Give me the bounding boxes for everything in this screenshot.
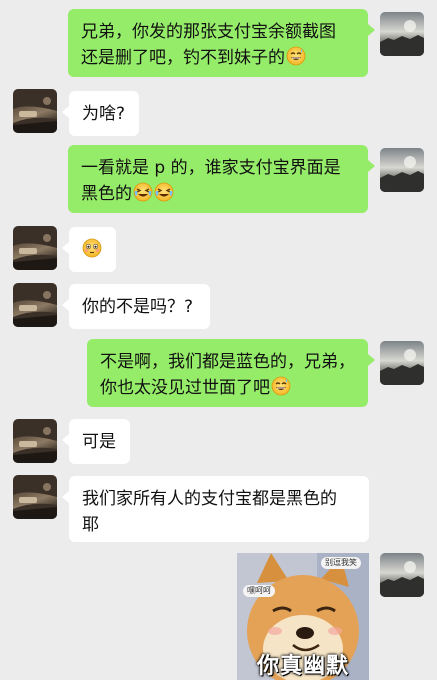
received-message-bubble[interactable]: 你的不是吗？? — [62, 284, 210, 329]
friend-avatar[interactable] — [13, 419, 57, 463]
friend-avatar[interactable] — [13, 226, 57, 270]
my-avatar[interactable] — [380, 148, 424, 192]
friend-avatar[interactable] — [13, 283, 57, 327]
my-avatar[interactable] — [380, 12, 424, 56]
flushed-emoji-icon — [82, 238, 102, 258]
message-text: 黑色的 — [81, 184, 132, 204]
message-line: 一看就是 p 的，谁家支付宝界面是 — [81, 158, 341, 178]
sticker-caption: 你真幽默 — [256, 654, 349, 679]
message-text: 还是删了吧，钓不到妹子的 — [81, 48, 285, 68]
friend-avatar[interactable] — [13, 89, 57, 133]
laugh-cry-emoji-icon — [133, 182, 153, 202]
message-line: 耶 — [82, 515, 99, 535]
my-avatar[interactable] — [380, 553, 424, 597]
grin-sweat-emoji-icon — [271, 376, 291, 396]
sent-message-bubble[interactable]: 不是啊，我们都是蓝色的，兄弟， 你也太没见过世面了吧 — [87, 339, 375, 407]
message-line: 为啥? — [82, 104, 126, 124]
grin-sweat-emoji-icon — [286, 46, 306, 66]
message-line: 你的不是吗？? — [82, 297, 194, 317]
received-message-bubble[interactable] — [62, 227, 116, 272]
message-line: 兄弟，你发的那张支付宝余额截图 — [81, 22, 336, 42]
message-line: 不是啊，我们都是蓝色的，兄弟， — [100, 352, 355, 372]
friend-avatar[interactable] — [13, 475, 57, 519]
message-line: 可是 — [82, 432, 116, 452]
message-line: 我们家所有人的支付宝都是黑色的 — [82, 489, 337, 509]
sent-message-bubble[interactable]: 兄弟，你发的那张支付宝余额截图 还是删了吧，钓不到妹子的 — [68, 9, 375, 77]
sent-message-bubble[interactable]: 一看就是 p 的，谁家支付宝界面是 黑色的 — [68, 145, 375, 213]
shiba-sticker[interactable]: 嘿呵呵 别逗我笑 你真幽默 — [237, 553, 369, 680]
sticker-tag: 别逗我笑 — [321, 557, 361, 569]
message-line: 黑色的 — [81, 181, 355, 207]
my-avatar[interactable] — [380, 341, 424, 385]
laugh-cry-emoji-icon — [154, 182, 174, 202]
received-message-bubble[interactable]: 我们家所有人的支付宝都是黑色的 耶 — [62, 476, 369, 542]
received-message-bubble[interactable]: 可是 — [62, 419, 130, 464]
message-text: 你也太没见过世面了吧 — [100, 378, 270, 398]
message-line: 你也太没见过世面了吧 — [100, 375, 355, 401]
message-line: 还是删了吧，钓不到妹子的 — [81, 45, 355, 71]
received-message-bubble[interactable]: 为啥? — [62, 91, 139, 136]
sticker-tag: 嘿呵呵 — [243, 585, 275, 597]
